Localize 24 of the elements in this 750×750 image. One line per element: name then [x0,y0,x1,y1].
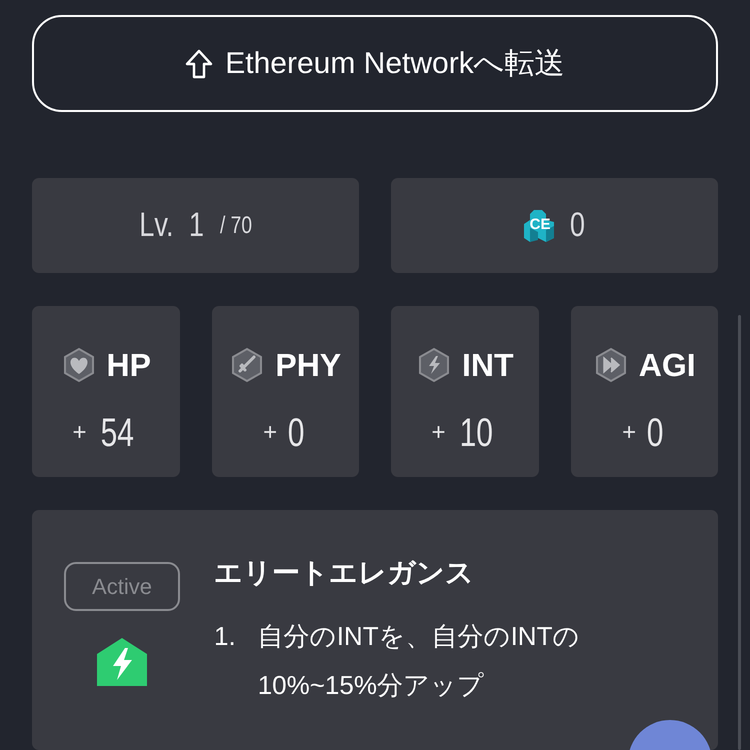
stat-label: PHY [275,346,342,385]
stat-value: 10 [459,410,492,457]
ce-value: 0 [570,205,586,246]
stat-label: HP [106,346,151,385]
stat-value: 0 [646,410,664,457]
level-prefix: Lv. [138,205,174,246]
skill-title: エリートエレガンス [214,556,475,590]
stat-value: 54 [100,410,134,457]
plus-sign: + [431,418,446,448]
stat-label: INT [462,346,514,385]
stat-value: 0 [288,410,305,457]
plus-sign: + [622,418,636,448]
transfer-button[interactable]: Ethereum Networkへ転送 [32,15,718,112]
scrollbar[interactable] [738,315,741,750]
lightning-icon [96,636,148,688]
stat-label: AGI [638,346,696,385]
status-tag: Active [64,562,180,611]
level-max: / 70 [220,210,252,240]
list-number: 1. [214,620,236,653]
upload-arrow-icon [185,48,214,78]
plus-sign: + [263,418,278,448]
skill-effect-text: 自分のINTを、自分のINTの10%~15%分アップ [258,620,580,702]
level-value: 1 [189,205,204,246]
plus-sign: + [72,418,86,448]
